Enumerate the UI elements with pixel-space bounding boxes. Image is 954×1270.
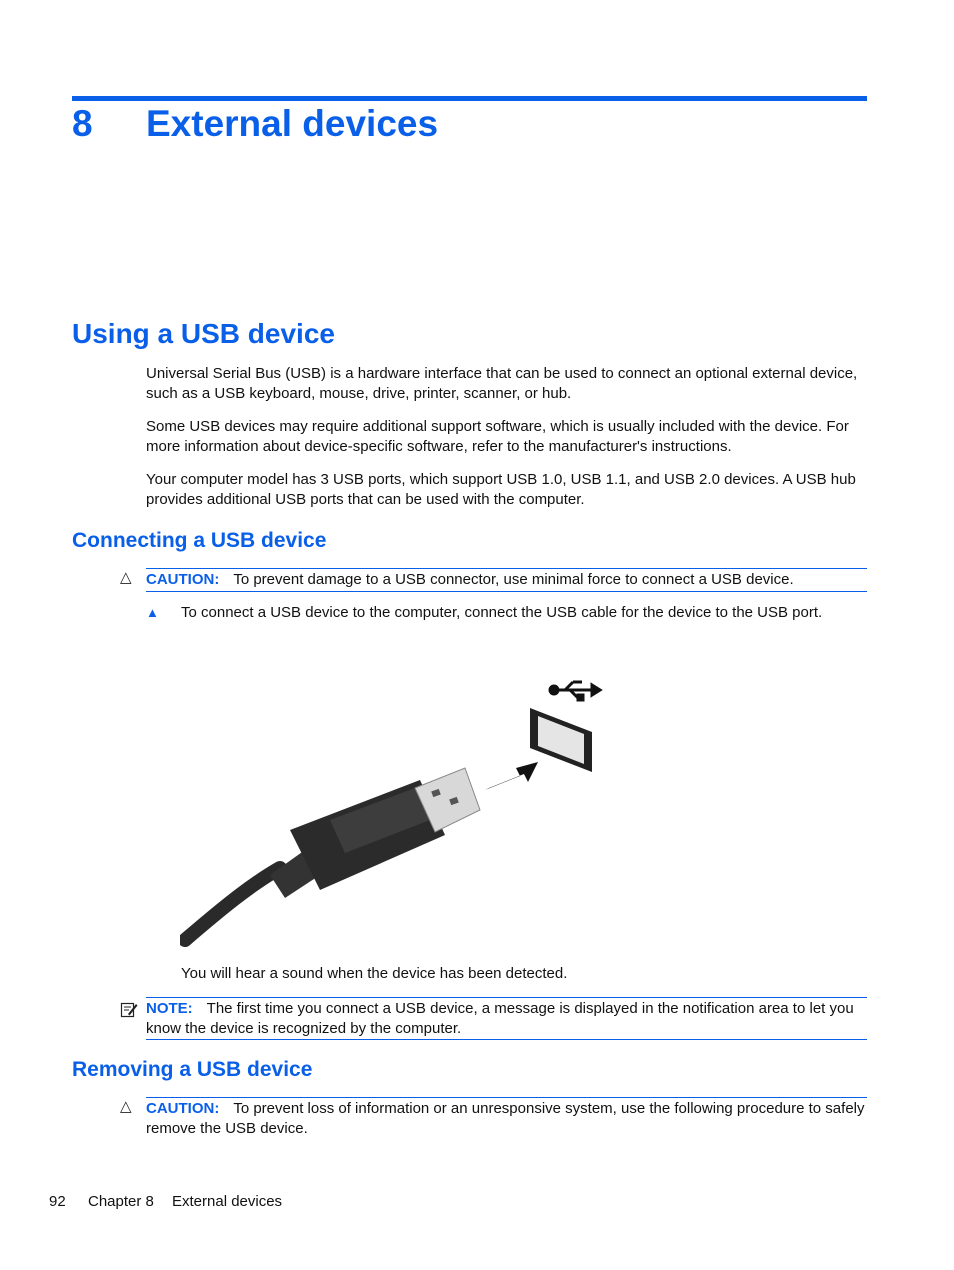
caution-callout-removing: CAUTION: To prevent loss of information o… (146, 1097, 867, 1138)
result-text: You will hear a sound when the device ha… (181, 965, 568, 982)
caution-icon: △ (120, 569, 132, 586)
paragraph-usb-intro: Universal Serial Bus (USB) is a hardware… (146, 365, 858, 402)
subsection-title-removing: Removing a USB device (72, 1058, 313, 1081)
note-text: The first time you connect a USB device,… (146, 1000, 854, 1037)
footer-chapter-title: External devices (172, 1193, 283, 1210)
usb-plug-into-port-illustration (178, 670, 610, 950)
usb-illustration-svg (178, 680, 603, 947)
paragraph-usb-ports: Your computer model has 3 USB ports, whi… (146, 471, 856, 508)
usb-symbol-icon (548, 680, 603, 702)
caution-text: To prevent loss of information or an unr… (146, 1100, 865, 1137)
step-triangle-icon: ▲ (146, 605, 159, 620)
chapter-number: 8 (72, 103, 93, 144)
usb-cable (178, 861, 287, 947)
section-title-using-usb: Using a USB device (72, 318, 335, 349)
caution-icon: △ (120, 1098, 132, 1115)
note-pencil-icon (120, 1000, 138, 1023)
footer-page-number: 92 (49, 1193, 66, 1210)
note-callout: NOTE: The first time you connect a USB de… (146, 997, 867, 1040)
caution-callout-connecting: CAUTION: To prevent damage to a USB conne… (146, 568, 867, 592)
insert-arrow (485, 762, 538, 790)
caution-text: To prevent damage to a USB connector, us… (233, 571, 794, 588)
caution-label: CAUTION: (146, 1100, 220, 1117)
paragraph-support-software: Some USB devices may require additional … (146, 418, 849, 455)
chapter-title: External devices (146, 103, 439, 144)
note-label: NOTE: (146, 1000, 193, 1017)
footer-chapter-label: Chapter 8 (88, 1193, 154, 1210)
step-connect-usb: To connect a USB device to the computer,… (181, 604, 823, 621)
subsection-title-connecting: Connecting a USB device (72, 529, 327, 552)
caution-label: CAUTION: (146, 571, 220, 588)
